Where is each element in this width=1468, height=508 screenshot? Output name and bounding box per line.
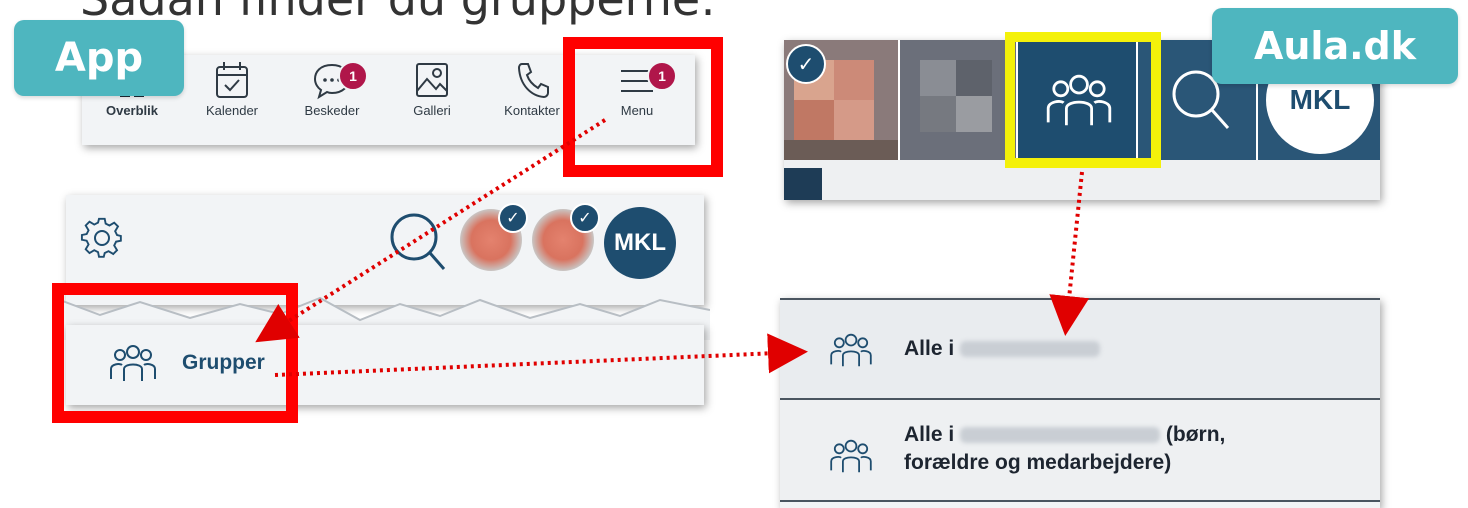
- nav-galleri[interactable]: Galleri: [382, 55, 482, 118]
- groups-button-highlight: [1005, 32, 1161, 168]
- nav-label-beskeder: Beskeder: [304, 103, 360, 118]
- group-row[interactable]: Alle i: [780, 300, 1380, 398]
- search-icon[interactable]: [386, 207, 450, 277]
- nav-kalender[interactable]: Kalender: [182, 55, 282, 118]
- checkmark-icon: ✓: [498, 203, 528, 233]
- group-icon: [830, 439, 872, 473]
- gear-icon[interactable]: [80, 216, 124, 260]
- aula-tag: Aula.dk: [1212, 8, 1458, 84]
- group-row[interactable]: Alle i (børn, forældre og medarbejdere): [780, 400, 1380, 500]
- group-row-prefix: Alle i: [904, 423, 955, 446]
- redacted-name: [960, 341, 1101, 358]
- nav-beskeder[interactable]: 1 Beskeder: [282, 55, 382, 118]
- nav-label-overblik: Overblik: [105, 103, 159, 118]
- calendar-icon: [216, 62, 248, 98]
- nav-label-galleri: Galleri: [413, 103, 451, 118]
- user-avatar[interactable]: MKL: [604, 207, 676, 279]
- nav-label-kalender: Kalender: [205, 103, 259, 118]
- web-groups-list: Alle i Alle i (børn, forældre og medarbe…: [780, 298, 1380, 508]
- redacted-name: [960, 427, 1161, 444]
- beskeder-badge: 1: [338, 61, 368, 91]
- group-row-suffix: (børn,: [1165, 423, 1226, 446]
- app-tag: App: [14, 20, 184, 96]
- group-icon: [830, 333, 872, 367]
- checkmark-icon: ✓: [786, 44, 826, 84]
- child-avatar-2[interactable]: [900, 40, 1016, 160]
- checkmark-icon: ✓: [570, 203, 600, 233]
- group-row-line2: forældre og medarbejdere): [904, 451, 1172, 474]
- group-row-prefix: Alle i: [904, 337, 955, 360]
- groups-highlight-box: [52, 283, 298, 423]
- menu-highlight-box: [563, 37, 723, 177]
- gallery-icon: [416, 63, 448, 97]
- phone-icon: [517, 63, 549, 99]
